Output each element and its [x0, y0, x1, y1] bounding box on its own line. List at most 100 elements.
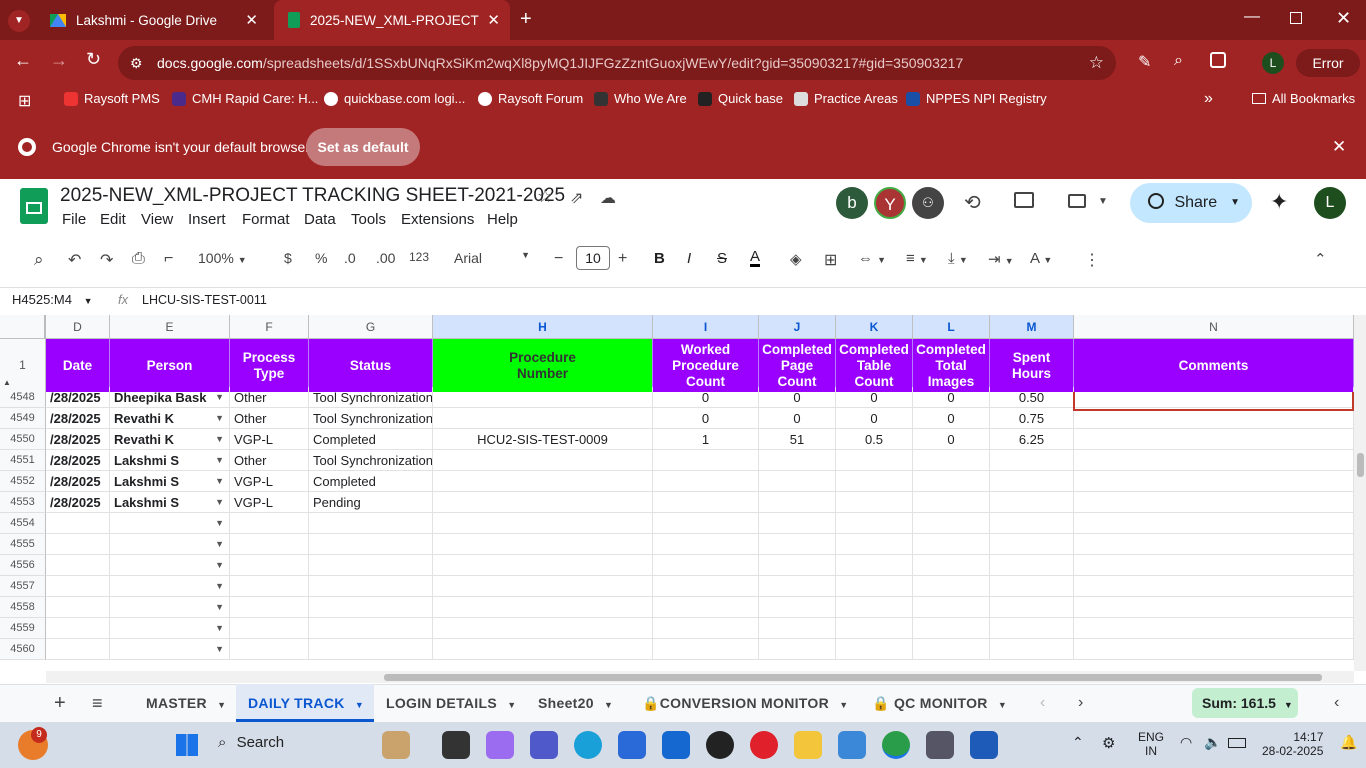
- borders-icon[interactable]: ⊞: [824, 250, 837, 270]
- column-header-h[interactable]: H: [433, 315, 653, 339]
- error-button[interactable]: Error: [1296, 49, 1360, 77]
- currency-format-button[interactable]: $: [284, 250, 292, 266]
- comments-icon[interactable]: [1014, 192, 1034, 208]
- table-cell[interactable]: [653, 555, 759, 576]
- table-cell[interactable]: Revathi K ▼: [110, 429, 230, 450]
- table-cell[interactable]: [653, 576, 759, 597]
- table-cell[interactable]: Other: [230, 408, 309, 429]
- undo-icon[interactable]: ↶: [68, 250, 81, 270]
- menu-format[interactable]: Format: [242, 211, 290, 228]
- table-cell[interactable]: 1: [653, 429, 759, 450]
- table-cell[interactable]: ▼: [110, 513, 230, 534]
- header-cell-9[interactable]: Spent Hours: [990, 339, 1074, 392]
- table-cell[interactable]: [230, 576, 309, 597]
- formula-input[interactable]: LHCU-SIS-TEST-0011: [142, 293, 267, 307]
- table-cell[interactable]: [913, 492, 990, 513]
- table-cell[interactable]: /28/2025: [46, 387, 110, 408]
- table-cell[interactable]: HCU2-SIS-TEST-0009: [433, 429, 653, 450]
- text-color-icon[interactable]: A: [750, 249, 761, 267]
- vertical-scrollbar-thumb[interactable]: [1357, 453, 1364, 477]
- column-header-l[interactable]: L: [913, 315, 990, 339]
- table-cell[interactable]: [433, 618, 653, 639]
- taskbar-people-icon[interactable]: [382, 731, 410, 759]
- vertical-scrollbar[interactable]: [1354, 315, 1366, 671]
- table-cell[interactable]: [759, 555, 836, 576]
- table-cell[interactable]: [653, 492, 759, 513]
- table-cell[interactable]: [990, 639, 1074, 660]
- all-bookmarks[interactable]: All Bookmarks: [1252, 91, 1355, 106]
- header-cell-10[interactable]: Comments: [1074, 339, 1354, 392]
- side-panel-toggle-icon[interactable]: ‹: [1334, 684, 1340, 722]
- table-cell[interactable]: [913, 639, 990, 660]
- name-box[interactable]: H4525:M4 ▼: [12, 292, 93, 307]
- vertical-align-icon[interactable]: ⤓ ▼: [948, 250, 968, 267]
- table-cell[interactable]: [309, 597, 433, 618]
- table-cell[interactable]: [1074, 618, 1354, 639]
- table-cell[interactable]: [1074, 555, 1354, 576]
- table-cell[interactable]: [309, 513, 433, 534]
- table-cell[interactable]: [309, 534, 433, 555]
- table-cell[interactable]: [759, 513, 836, 534]
- more-formats-button[interactable]: 123: [409, 250, 429, 264]
- table-cell[interactable]: [433, 534, 653, 555]
- sheet-tab-daily-track[interactable]: DAILY TRACK ▼: [236, 684, 374, 722]
- row-header[interactable]: 4559: [0, 618, 46, 639]
- table-cell[interactable]: [230, 513, 309, 534]
- header-cell-7[interactable]: Completed Table Count: [836, 339, 913, 392]
- table-cell[interactable]: [836, 534, 913, 555]
- table-cell[interactable]: [759, 492, 836, 513]
- chrome-taskbar-icon[interactable]: [882, 731, 910, 759]
- table-cell[interactable]: ▼: [110, 618, 230, 639]
- table-cell[interactable]: [433, 576, 653, 597]
- table-cell[interactable]: Other: [230, 450, 309, 471]
- cloud-status-icon[interactable]: ☁: [600, 188, 616, 208]
- edit-pen-icon[interactable]: ✎: [1138, 52, 1151, 72]
- row-header[interactable]: 4555: [0, 534, 46, 555]
- table-cell[interactable]: [653, 597, 759, 618]
- horizontal-align-icon[interactable]: ≡ ▼: [906, 250, 928, 267]
- dell-icon[interactable]: [706, 731, 734, 759]
- table-cell[interactable]: [913, 555, 990, 576]
- table-cell[interactable]: [433, 639, 653, 660]
- bookmark-practice-areas[interactable]: Practice Areas: [794, 91, 898, 106]
- notifications-icon[interactable]: 🔔: [1340, 734, 1357, 751]
- table-cell[interactable]: Tool Synchronization: [309, 450, 433, 471]
- table-cell[interactable]: Lakshmi S ▼: [110, 492, 230, 513]
- collaborator-avatar-b[interactable]: b: [836, 187, 868, 219]
- dropdown-chevron-icon[interactable]: ▼: [215, 576, 224, 596]
- bookmark-quick-base[interactable]: Quick base: [698, 91, 783, 106]
- bookmark-who-we-are[interactable]: Who We Are: [594, 91, 687, 106]
- menu-view[interactable]: View: [141, 211, 173, 228]
- select-all-corner[interactable]: [0, 315, 46, 339]
- table-cell[interactable]: [230, 534, 309, 555]
- teams-icon[interactable]: [530, 731, 558, 759]
- menu-file[interactable]: File: [62, 211, 86, 228]
- table-cell[interactable]: [759, 576, 836, 597]
- table-cell[interactable]: [990, 576, 1074, 597]
- table-cell[interactable]: [990, 471, 1074, 492]
- horizontal-scrollbar-thumb[interactable]: [384, 674, 1322, 681]
- dropdown-chevron-icon[interactable]: ▼: [215, 534, 224, 554]
- table-cell[interactable]: Completed: [309, 471, 433, 492]
- tab-search-icon[interactable]: ▼: [8, 10, 30, 32]
- table-cell[interactable]: [1074, 429, 1354, 450]
- tray-overflow-icon[interactable]: ⌃: [1072, 734, 1084, 751]
- menu-insert[interactable]: Insert: [188, 211, 226, 228]
- remote-desktop-icon[interactable]: [926, 731, 954, 759]
- minimize-icon[interactable]: —: [1244, 8, 1260, 26]
- horizontal-scrollbar[interactable]: [46, 671, 1354, 683]
- account-avatar[interactable]: L: [1314, 187, 1346, 219]
- table-cell[interactable]: 0: [759, 387, 836, 408]
- table-cell[interactable]: [990, 597, 1074, 618]
- table-cell[interactable]: ▼: [110, 555, 230, 576]
- table-cell[interactable]: [1074, 534, 1354, 555]
- table-cell[interactable]: Dheepika Bask ▼: [110, 387, 230, 408]
- table-cell[interactable]: [836, 471, 913, 492]
- sheet-tab-master[interactable]: MASTER ▼: [146, 684, 226, 722]
- table-cell[interactable]: [230, 555, 309, 576]
- close-tab-icon[interactable]: ✕: [245, 11, 258, 29]
- zoom-icon[interactable]: ⌕: [1174, 52, 1183, 70]
- table-cell[interactable]: VGP-L: [230, 429, 309, 450]
- bookmark-raysoft-forum[interactable]: Raysoft Forum: [478, 91, 583, 106]
- table-cell[interactable]: [433, 471, 653, 492]
